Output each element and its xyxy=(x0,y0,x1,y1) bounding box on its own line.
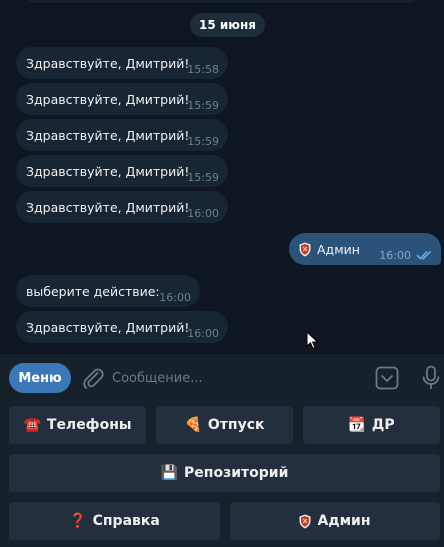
mouse-cursor-icon xyxy=(306,331,319,350)
message-bubble[interactable]: Здравствуйте, Дмитрий! 15:59 xyxy=(16,119,228,151)
message-bubble[interactable]: Здравствуйте, Дмитрий! 16:00 xyxy=(16,311,228,343)
calendar-icon: 📆 xyxy=(348,417,366,433)
microphone-icon[interactable] xyxy=(421,365,441,391)
bot-keyboard: ☎️ Телефоны 🍕 Отпуск 📆 ДР 💾 Репозиторий … xyxy=(0,399,444,547)
message-composer: Меню xyxy=(0,353,444,399)
message-text: Здравствуйте, Дмитрий! xyxy=(26,91,190,107)
outgoing-message[interactable]: Админ 16:00 xyxy=(289,233,441,265)
message-time: 16:00 xyxy=(379,249,411,262)
button-label: Репозиторий xyxy=(184,465,289,481)
message-bubble[interactable]: выберите действие: 16:00 xyxy=(16,275,200,307)
message-bubble[interactable]: Здравствуйте, Дмитрий! 16:00 xyxy=(16,191,228,223)
date-separator: 15 июня xyxy=(190,13,265,37)
message-text: Здравствуйте, Дмитрий! xyxy=(26,163,190,179)
message-time: 15:58 xyxy=(187,63,219,76)
shield-icon xyxy=(299,242,311,256)
paperclip-icon[interactable] xyxy=(82,366,104,390)
message-text: Админ xyxy=(317,241,360,257)
message-text: Здравствуйте, Дмитрий! xyxy=(26,199,190,215)
message-bubble[interactable]: Здравствуйте, Дмитрий! 15:59 xyxy=(16,155,228,187)
birthday-button[interactable]: 📆 ДР xyxy=(303,406,440,444)
pizza-icon: 🍕 xyxy=(184,417,202,433)
admin-button[interactable]: Админ xyxy=(230,502,440,540)
telephone-icon: ☎️ xyxy=(23,417,41,433)
button-label: Админ xyxy=(317,513,371,529)
keyboard-icon[interactable] xyxy=(375,366,399,390)
phones-button[interactable]: ☎️ Телефоны xyxy=(9,406,146,444)
message-bubble[interactable]: Здравствуйте, Дмитрий! 15:58 xyxy=(16,47,228,79)
floppy-disk-icon: 💾 xyxy=(160,465,179,481)
message-text: Здравствуйте, Дмитрий! xyxy=(26,55,190,71)
top-strip xyxy=(26,0,418,3)
button-label: ДР xyxy=(371,417,395,433)
button-label: Отпуск xyxy=(207,417,265,433)
message-time: 16:00 xyxy=(187,327,219,340)
message-input[interactable] xyxy=(112,364,352,392)
chat-area: 15 июня Здравствуйте, Дмитрий! 15:58 Здр… xyxy=(0,0,444,353)
message-text: выберите действие: xyxy=(26,283,160,299)
message-time: 16:00 xyxy=(159,291,191,304)
message-text: Здравствуйте, Дмитрий! xyxy=(26,319,190,335)
question-mark-icon: ❓ xyxy=(69,513,87,529)
help-button[interactable]: ❓ Справка xyxy=(9,502,220,540)
message-time: 15:59 xyxy=(187,135,219,148)
message-time: 15:59 xyxy=(187,99,219,112)
repository-button[interactable]: 💾 Репозиторий xyxy=(9,454,440,492)
button-label: Справка xyxy=(92,513,160,529)
message-time: 16:00 xyxy=(187,207,219,220)
shield-icon xyxy=(299,514,311,528)
double-check-icon xyxy=(416,250,432,260)
message-text: Здравствуйте, Дмитрий! xyxy=(26,127,190,143)
button-label: Телефоны xyxy=(46,417,132,433)
menu-button[interactable]: Меню xyxy=(9,363,71,393)
vacation-button[interactable]: 🍕 Отпуск xyxy=(156,406,293,444)
message-time: 15:59 xyxy=(187,171,219,184)
message-bubble[interactable]: Здравствуйте, Дмитрий! 15:59 xyxy=(16,83,228,115)
